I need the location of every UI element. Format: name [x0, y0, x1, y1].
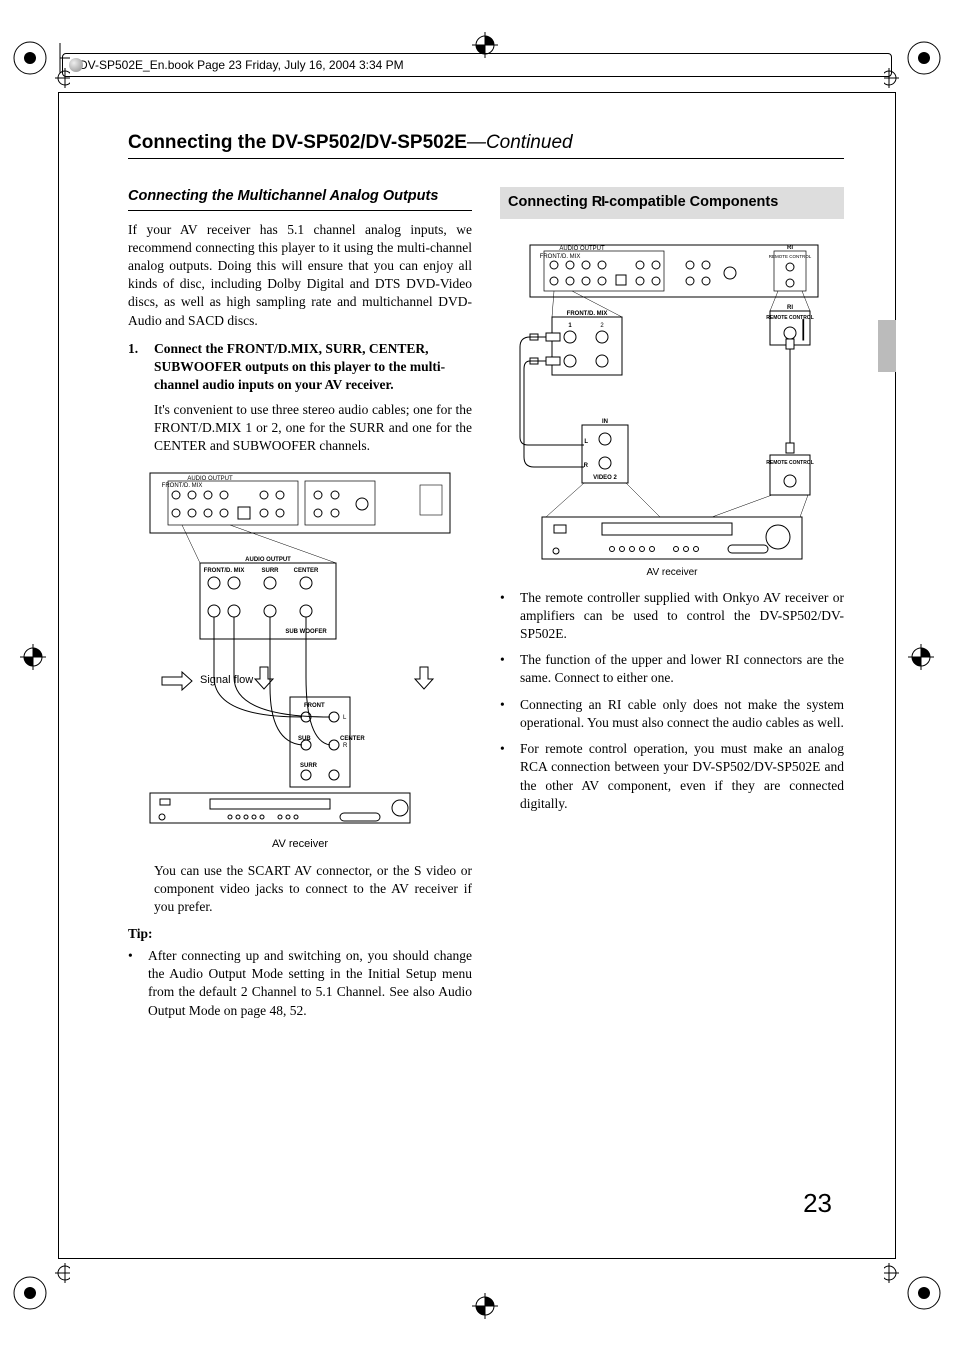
tip-bullet: After connecting up and switching on, yo… [128, 947, 472, 1020]
svg-text:CENTER: CENTER [294, 568, 319, 574]
right-bullet-1: The remote controller supplied with Onky… [500, 589, 844, 644]
svg-text:REMOTE CONTROL: REMOTE CONTROL [769, 254, 812, 259]
left-column: Connecting the Multichannel Analog Outpu… [128, 187, 472, 1028]
left-after-diagram: You can use the SCART AV connector, or t… [128, 862, 472, 917]
svg-text:L: L [343, 715, 347, 721]
step-body: It's convenient to use three stereo audi… [128, 401, 472, 456]
svg-text:R: R [343, 743, 348, 749]
right-boxhead: Connecting RI-compatible Components [500, 187, 844, 219]
multichannel-connection-diagram: AUDIO OUTPUT FRONT/D. MIX [128, 467, 472, 827]
title-main: Connecting the DV-SP502/DV-SP502E [128, 132, 467, 153]
svg-text:L: L [584, 439, 588, 445]
registration-mark-icon [470, 1291, 500, 1321]
svg-text:SURR: SURR [300, 763, 318, 769]
registration-mark-icon [906, 642, 936, 672]
left-diagram-caption: AV receiver [128, 837, 472, 852]
step-1: 1. Connect the FRONT/D.MIX, SURR, CENTER… [128, 340, 472, 395]
svg-text:AUDIO OUTPUT: AUDIO OUTPUT [187, 476, 233, 482]
crop-mark-icon [884, 28, 944, 88]
svg-text:Signal flow: Signal flow [200, 674, 253, 686]
svg-text:R: R [584, 463, 589, 469]
right-bullet-3: Connecting an RI cable only does not mak… [500, 696, 844, 732]
svg-text:FRONT/D. MIX: FRONT/D. MIX [567, 311, 608, 317]
section-title: Connecting the DV-SP502/DV-SP502E—Contin… [128, 132, 844, 159]
left-subheading: Connecting the Multichannel Analog Outpu… [128, 187, 472, 211]
step-lead: Connect the FRONT/D.MIX, SURR, CENTER, S… [154, 341, 445, 392]
right-bullet-list: The remote controller supplied with Onky… [500, 589, 844, 813]
crop-mark-icon [10, 1263, 70, 1323]
svg-text:REMOTE CONTROL: REMOTE CONTROL [766, 315, 814, 321]
svg-text:AV receiver: AV receiver [647, 567, 699, 578]
svg-text:AUDIO OUTPUT: AUDIO OUTPUT [559, 246, 605, 252]
tip-label: Tip: [128, 925, 472, 943]
svg-text:2: 2 [600, 323, 604, 329]
side-tab [878, 320, 896, 372]
svg-text:RI: RI [787, 305, 793, 311]
step-number: 1. [128, 340, 146, 395]
svg-text:RI: RI [787, 245, 793, 251]
svg-text:IN: IN [602, 419, 608, 425]
page-content: Connecting the DV-SP502/DV-SP502E—Contin… [128, 132, 844, 1231]
right-bullet-4: For remote control operation, you must m… [500, 740, 844, 813]
svg-text:AUDIO OUTPUT: AUDIO OUTPUT [245, 557, 291, 563]
bookmark-header: DV-SP502E_En.book Page 23 Friday, July 1… [62, 53, 892, 77]
page-number: 23 [803, 1188, 832, 1219]
svg-text:FRONT/D. MIX: FRONT/D. MIX [540, 254, 581, 260]
left-intro-paragraph: If your AV receiver has 5.1 channel anal… [128, 221, 472, 330]
registration-mark-icon [18, 642, 48, 672]
crop-mark-icon [884, 1263, 944, 1323]
svg-text:FRONT/D. MIX: FRONT/D. MIX [204, 568, 245, 574]
ri-icon: RI [592, 194, 605, 210]
svg-text:1: 1 [568, 323, 572, 329]
right-bullet-2: The function of the upper and lower RI c… [500, 651, 844, 687]
svg-text:REMOTE CONTROL: REMOTE CONTROL [766, 460, 814, 466]
crop-mark-icon [10, 28, 70, 88]
svg-text:VIDEO 2: VIDEO 2 [593, 475, 617, 481]
title-continued: —Continued [467, 132, 573, 153]
right-column: Connecting RI-compatible Components AUDI… [500, 187, 844, 1028]
svg-text:FRONT/D. MIX: FRONT/D. MIX [162, 483, 203, 489]
ri-connection-diagram: AUDIO OUTPUT FRONT/D. MIX RI REMOTE CO [500, 239, 844, 579]
svg-text:CENTER: CENTER [340, 736, 365, 742]
svg-text:SURR: SURR [261, 568, 279, 574]
bookmark-text: DV-SP502E_En.book Page 23 Friday, July 1… [79, 58, 404, 72]
